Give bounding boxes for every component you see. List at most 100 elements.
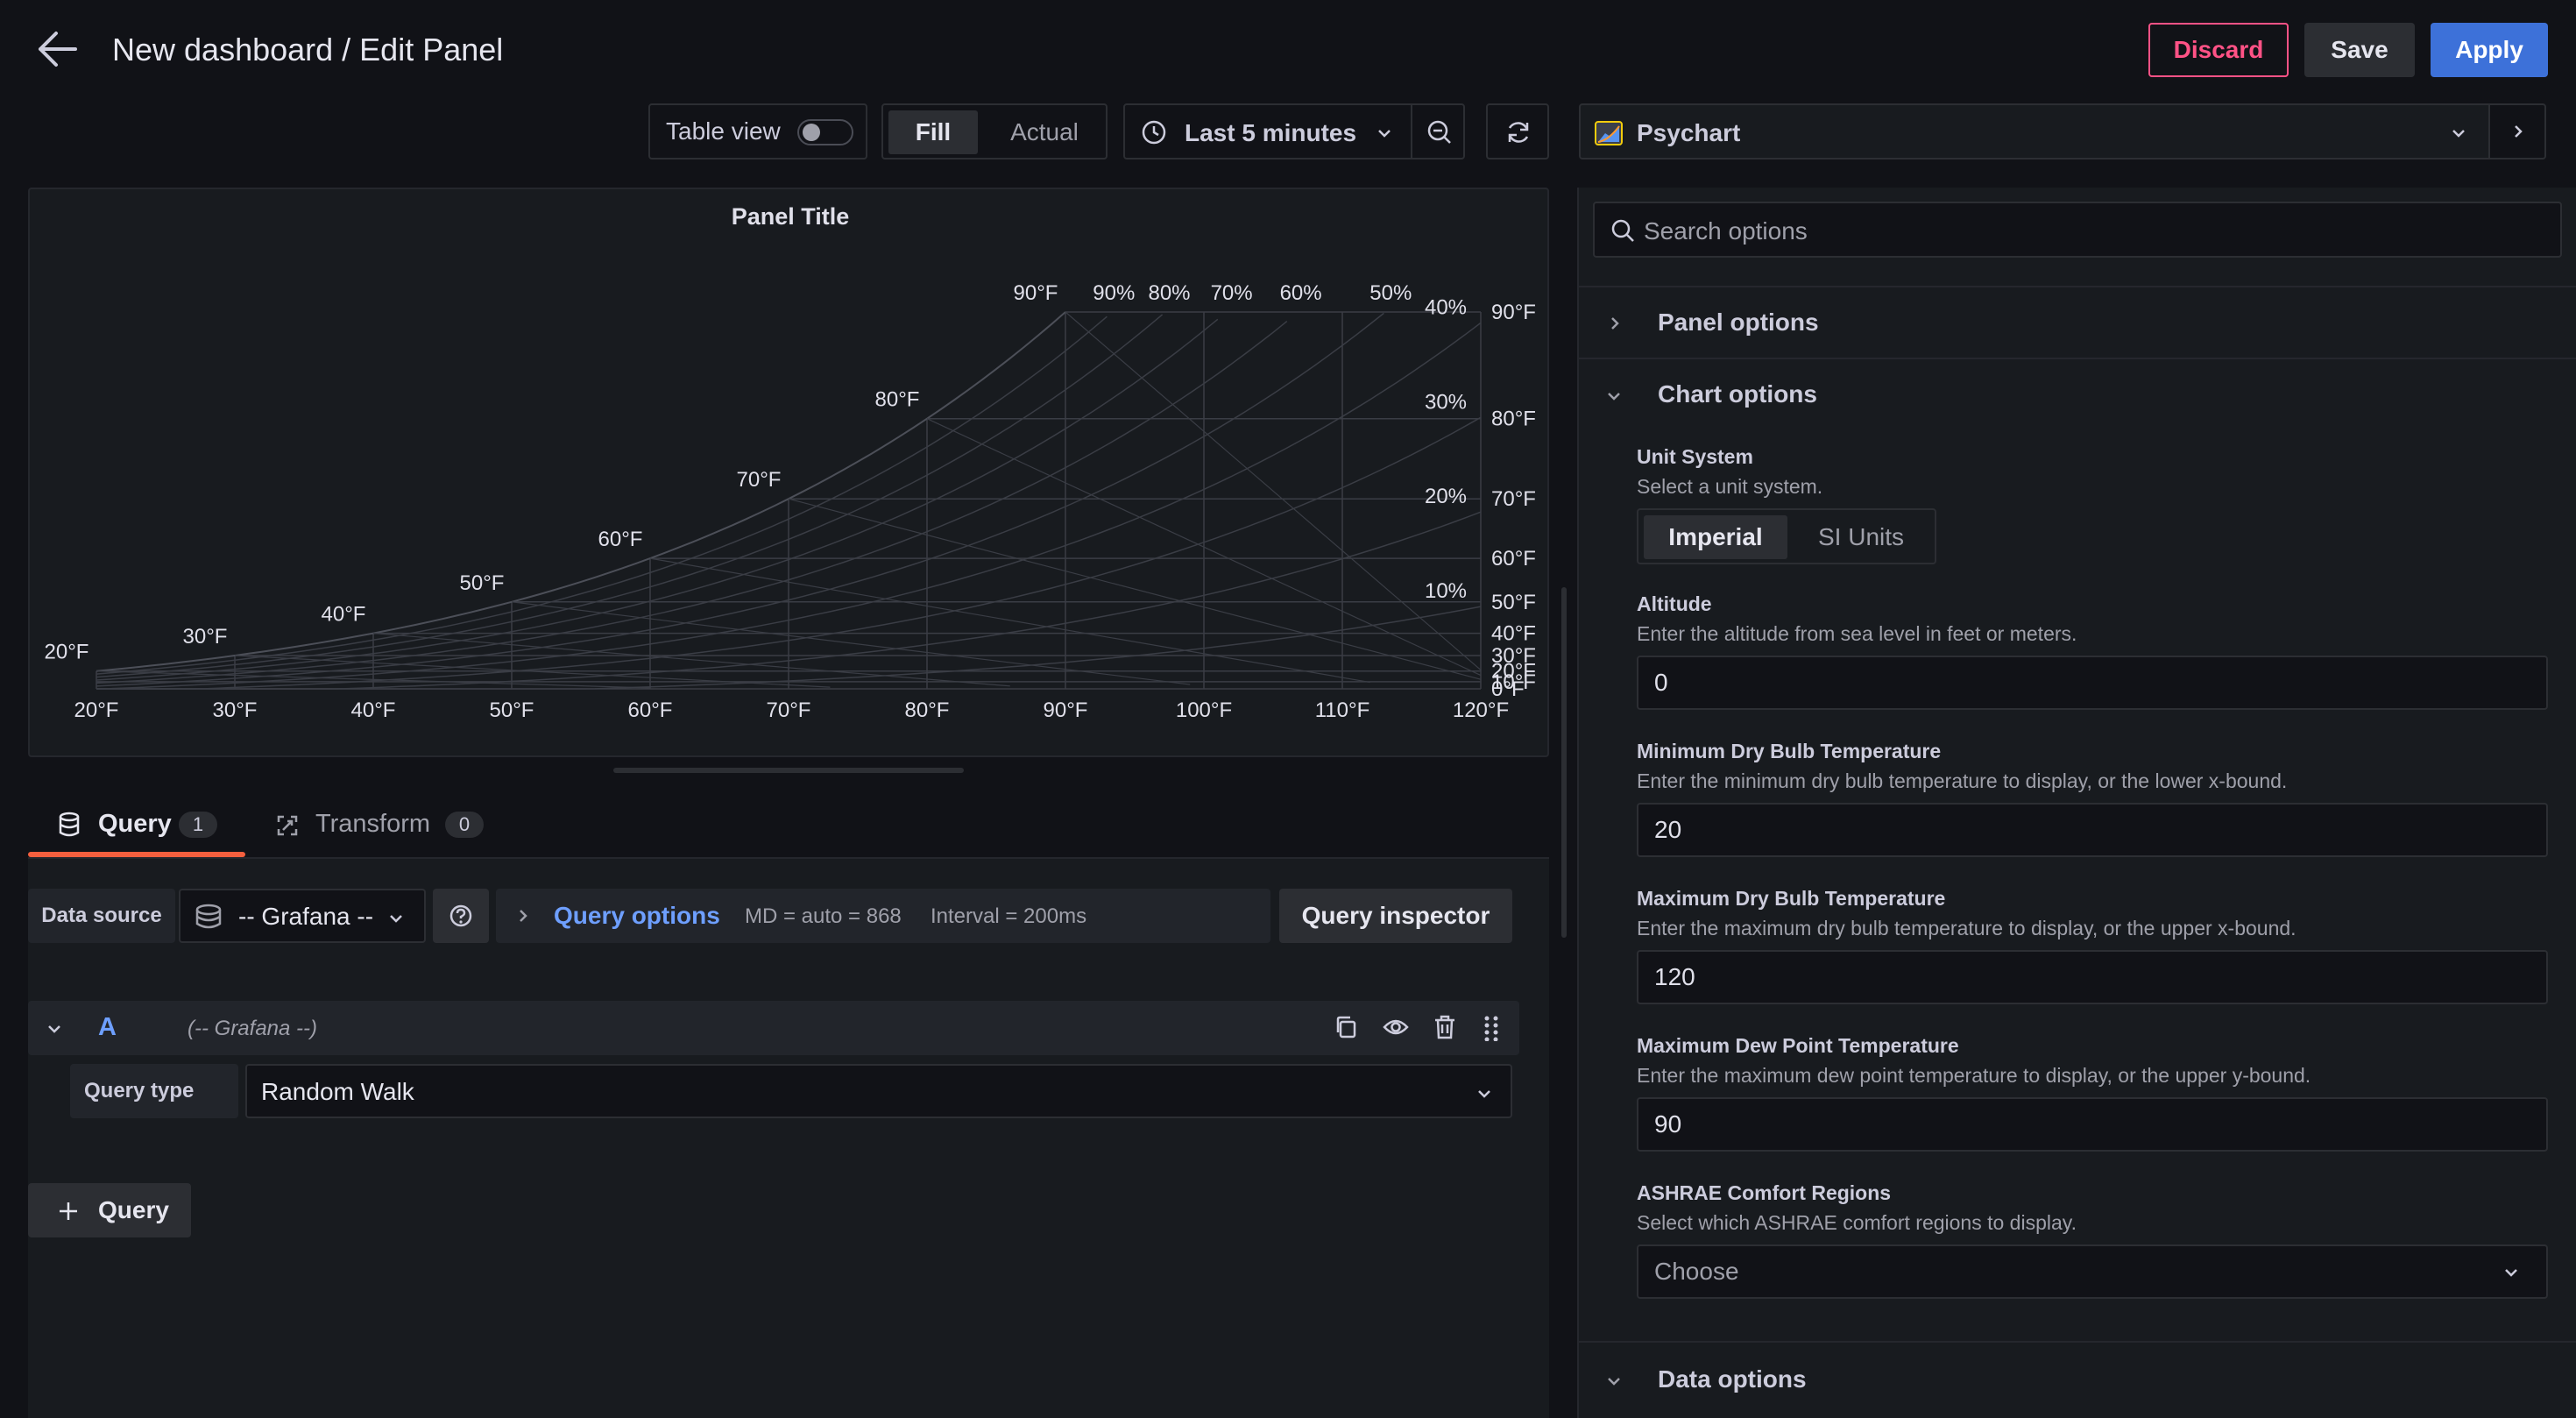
panel-options-header[interactable]: Panel options	[1579, 287, 2576, 358]
collapse-options-button[interactable]	[2488, 103, 2546, 160]
chevron-right-icon	[2509, 123, 2527, 140]
unit-si-option[interactable]: SI Units	[1793, 515, 1929, 559]
table-view-label: Table view	[666, 117, 781, 145]
datasource-label: Data source	[28, 889, 175, 943]
min-dry-bulb-label: Minimum Dry Bulb Temperature	[1637, 740, 1942, 762]
max-dew-point-input[interactable]: 90	[1637, 1097, 2548, 1152]
x-tick-label: 60°F	[628, 698, 673, 722]
query-row-header[interactable]: A (-- Grafana --)	[28, 1001, 1519, 1055]
query-options-link[interactable]: Query options	[554, 902, 720, 930]
rh-label: 30%	[1425, 390, 1467, 414]
saturation-label: 60°F	[598, 528, 643, 551]
refresh-icon	[1505, 119, 1532, 145]
rh-label: 40%	[1425, 295, 1467, 319]
chevron-down-icon[interactable]	[46, 1020, 63, 1038]
table-view-toggle[interactable]: Table view	[648, 103, 867, 160]
refresh-button[interactable]	[1486, 103, 1549, 160]
altitude-input[interactable]: 0	[1637, 656, 2548, 710]
saturation-label: 80°F	[875, 388, 920, 412]
saturation-label: 20°F	[45, 641, 89, 664]
zoom-out-button[interactable]	[1411, 103, 1465, 160]
psychrometric-chart: 20°F 30°F 40°F 50°F 60°F 70°F 80°F 90°F 100°F 110…	[45, 281, 1536, 722]
x-tick-label: 40°F	[351, 698, 396, 722]
max-dry-bulb-label: Maximum Dry Bulb Temperature	[1637, 887, 1946, 910]
saturation-label: 90°F	[1014, 281, 1058, 305]
ashrae-select[interactable]: Choose	[1637, 1244, 2548, 1299]
rh-curve	[96, 314, 1164, 678]
chart-options-header[interactable]: Chart options	[1579, 359, 2576, 429]
search-options-input[interactable]: Search options	[1593, 202, 2562, 258]
clock-icon	[1141, 119, 1167, 145]
vertical-splitter[interactable]	[1561, 587, 1567, 938]
query-type-select[interactable]: Random Walk	[245, 1064, 1512, 1118]
datasource-help-button[interactable]	[433, 889, 489, 943]
eye-icon[interactable]	[1383, 1015, 1409, 1039]
chart-options-title: Chart options	[1658, 380, 1817, 408]
min-dry-bulb-input[interactable]: 20	[1637, 803, 2548, 857]
query-ref-id[interactable]: A	[98, 1013, 117, 1042]
visualization-picker[interactable]: Psychart	[1579, 103, 2490, 160]
panel-preview: Panel Title 20°F 30°F 40°F 50°F 60°F 70°F 80°F…	[28, 188, 1549, 757]
max-data-points-info: MD = auto = 868	[745, 904, 902, 928]
chevron-down-icon	[387, 910, 405, 927]
apply-button[interactable]: Apply	[2431, 23, 2548, 77]
save-button[interactable]: Save	[2304, 23, 2415, 77]
trash-icon[interactable]	[1433, 1015, 1456, 1039]
max-dew-point-desc: Enter the maximum dew point temperature …	[1637, 1064, 2311, 1087]
time-range-picker[interactable]: Last 5 minutes	[1123, 103, 1412, 160]
datasource-picker[interactable]: -- Grafana --	[179, 889, 426, 943]
unit-imperial-option[interactable]: Imperial	[1644, 515, 1787, 559]
actual-button[interactable]: Actual	[987, 110, 1102, 154]
back-arrow-icon[interactable]	[35, 30, 81, 68]
tab-query-label: Query	[98, 810, 172, 838]
x-tick-label: 30°F	[213, 698, 258, 722]
add-query-button[interactable]: Query	[28, 1183, 191, 1237]
y-tick-label: 50°F	[1491, 591, 1536, 614]
chevron-down-icon	[2450, 124, 2467, 142]
query-inspector-button[interactable]: Query inspector	[1279, 889, 1512, 943]
data-options-header[interactable]: Data options	[1579, 1343, 2576, 1418]
datasource-value: -- Grafana --	[238, 903, 374, 930]
question-circle-icon	[449, 904, 473, 928]
unit-system-radio-group: Imperial SI Units	[1637, 508, 1936, 564]
query-datasource-name: (-- Grafana --)	[188, 1017, 318, 1040]
x-tick-label: 100°F	[1176, 698, 1232, 722]
x-tick-label: 90°F	[1044, 698, 1088, 722]
saturation-label: 40°F	[322, 603, 366, 627]
chevron-right-icon	[515, 908, 531, 924]
tab-query[interactable]: Query 1	[28, 798, 245, 859]
y-tick-label: 80°F	[1491, 408, 1536, 431]
ashrae-desc: Select which ASHRAE comfort regions to d…	[1637, 1211, 2077, 1234]
drag-handle-icon[interactable]	[1483, 1015, 1500, 1041]
wet-bulb-line	[788, 498, 1482, 680]
tab-transform-label: Transform	[315, 810, 431, 838]
rh-label: 90%	[1093, 281, 1135, 305]
chevron-down-icon	[1605, 387, 1623, 405]
wet-bulb-line	[511, 601, 1191, 685]
rh-curve	[96, 316, 1108, 675]
interval-info: Interval = 200ms	[931, 904, 1087, 928]
y-tick-label: 40°F	[1491, 622, 1536, 646]
unit-system-desc: Select a unit system.	[1637, 475, 1823, 498]
tab-transform[interactable]: Transform 0	[263, 798, 499, 859]
duplicate-icon[interactable]	[1334, 1015, 1358, 1039]
discard-button[interactable]: Discard	[2148, 23, 2289, 77]
database-icon	[195, 903, 223, 931]
max-dry-bulb-input[interactable]: 120	[1637, 950, 2548, 1004]
panel-resize-handle[interactable]	[613, 768, 964, 773]
saturation-label: 30°F	[183, 625, 228, 649]
data-options-title: Data options	[1658, 1365, 1807, 1393]
x-tick-label: 20°F	[74, 698, 119, 722]
query-options-bar[interactable]: Query options MD = auto = 868 Interval =…	[496, 889, 1270, 943]
toggle-switch[interactable]	[797, 119, 853, 145]
x-tick-label: 80°F	[905, 698, 950, 722]
visualization-name: Psychart	[1637, 119, 1741, 146]
rh-label: 20%	[1425, 485, 1467, 508]
fill-button[interactable]: Fill	[888, 110, 978, 154]
rh-label: 60%	[1280, 281, 1322, 305]
psychart-logo-icon	[1595, 121, 1623, 145]
unit-system-label: Unit System	[1637, 445, 1753, 468]
transform-icon	[275, 813, 300, 838]
altitude-desc: Enter the altitude from sea level in fee…	[1637, 622, 2077, 645]
search-placeholder: Search options	[1644, 217, 1808, 245]
